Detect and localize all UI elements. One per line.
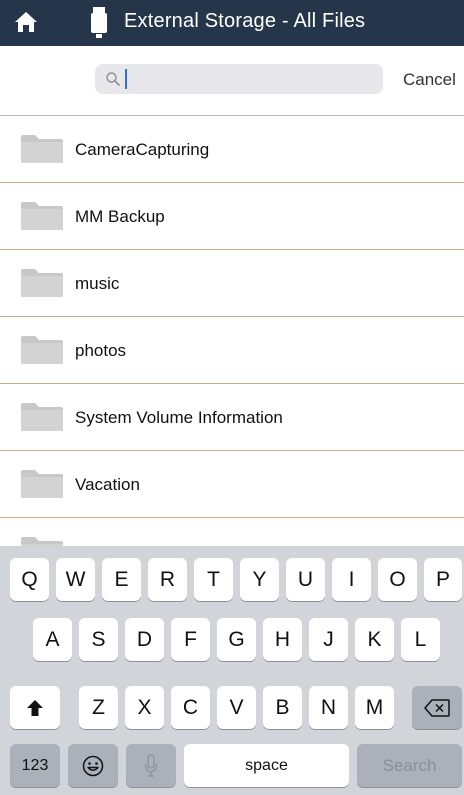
list-item-label: MM Backup	[75, 207, 165, 226]
key-y[interactable]: Y	[240, 558, 279, 601]
shift-key[interactable]	[10, 686, 60, 729]
search-key[interactable]: Search	[357, 744, 462, 787]
folder-icon	[21, 202, 63, 230]
key-label: K	[367, 627, 382, 651]
key-label: V	[229, 695, 244, 719]
text-cursor	[125, 69, 127, 89]
key-d[interactable]: D	[125, 618, 164, 661]
key-v[interactable]: V	[217, 686, 256, 729]
folder-icon	[21, 537, 63, 546]
list-item[interactable]: music	[0, 250, 464, 317]
key-e[interactable]: E	[102, 558, 141, 601]
folder-icon	[21, 470, 63, 498]
list-item-label: photos	[75, 341, 127, 360]
numbers-key[interactable]: 123	[10, 744, 60, 787]
key-b[interactable]: B	[263, 686, 302, 729]
list-item-partial[interactable]	[0, 518, 464, 546]
cancel-button[interactable]: Cancel	[403, 70, 456, 90]
key-n[interactable]: N	[309, 686, 348, 729]
key-p[interactable]: P	[424, 558, 462, 601]
key-label: W	[65, 567, 86, 591]
list-item[interactable]: CameraCapturing	[0, 116, 464, 183]
list-item[interactable]: Vacation	[0, 451, 464, 518]
key-f[interactable]: F	[171, 618, 210, 661]
file-list: CameraCapturing MM Backup music photos S…	[0, 116, 464, 546]
key-label: T	[207, 567, 220, 591]
microphone-icon	[144, 753, 158, 777]
key-t[interactable]: T	[194, 558, 233, 601]
key-l[interactable]: L	[401, 618, 440, 661]
key-label: A	[45, 627, 60, 651]
key-label: S	[91, 627, 106, 651]
list-item-label: Vacation	[75, 475, 140, 494]
key-label: M	[365, 695, 384, 719]
key-label: I	[348, 567, 355, 591]
list-item-label: System Volume Information	[75, 408, 283, 427]
key-x[interactable]: X	[125, 686, 164, 729]
key-label: H	[274, 627, 291, 651]
key-label: N	[320, 695, 337, 719]
space-key[interactable]: space	[184, 744, 349, 787]
key-g[interactable]: G	[217, 618, 256, 661]
key-label: Q	[21, 567, 38, 591]
search-input[interactable]	[123, 68, 373, 90]
dictation-key[interactable]	[126, 744, 176, 787]
key-label: X	[137, 695, 152, 719]
key-q[interactable]: Q	[10, 558, 49, 601]
list-item[interactable]: MM Backup	[0, 183, 464, 250]
usb-drive-icon	[91, 7, 107, 38]
list-item-label: CameraCapturing	[75, 140, 210, 159]
key-h[interactable]: H	[263, 618, 302, 661]
home-icon[interactable]	[12, 9, 40, 35]
key-label: Search	[382, 755, 437, 775]
key-label: J	[323, 627, 334, 651]
key-label: E	[114, 567, 129, 591]
search-icon	[106, 72, 120, 86]
folder-icon	[21, 135, 63, 163]
key-c[interactable]: C	[171, 686, 210, 729]
list-item[interactable]: photos	[0, 317, 464, 384]
folder-icon	[21, 403, 63, 431]
key-s[interactable]: S	[79, 618, 118, 661]
key-a[interactable]: A	[33, 618, 72, 661]
page-title: External Storage - All Files	[124, 10, 366, 32]
key-label: O	[389, 567, 406, 591]
key-label: P	[435, 567, 450, 591]
folder-icon	[21, 269, 63, 297]
app-header: External Storage - All Files	[0, 0, 464, 46]
key-w[interactable]: W	[56, 558, 95, 601]
key-i[interactable]: I	[332, 558, 371, 601]
shift-icon	[27, 699, 43, 716]
key-label: space	[245, 756, 288, 774]
key-label: B	[275, 695, 290, 719]
key-label: R	[159, 567, 176, 591]
key-label: Y	[252, 567, 267, 591]
folder-icon	[21, 336, 63, 364]
key-k[interactable]: K	[355, 618, 394, 661]
emoji-key[interactable]	[68, 744, 118, 787]
key-o[interactable]: O	[378, 558, 417, 601]
key-label: C	[182, 695, 199, 719]
emoji-icon	[82, 755, 104, 776]
key-j[interactable]: J	[309, 618, 348, 661]
key-r[interactable]: R	[148, 558, 187, 601]
search-field[interactable]	[95, 64, 383, 94]
key-z[interactable]: Z	[79, 686, 118, 729]
key-label: G	[228, 627, 245, 651]
search-bar: Cancel	[0, 46, 464, 116]
backspace-key[interactable]	[412, 686, 462, 729]
on-screen-keyboard: Q W E R T Y U I O P A S D F G H J K L Z …	[0, 546, 464, 795]
key-label: U	[297, 567, 314, 591]
backspace-icon	[424, 698, 450, 717]
list-item[interactable]: System Volume Information	[0, 384, 464, 451]
key-m[interactable]: M	[355, 686, 394, 729]
key-label: D	[136, 627, 153, 651]
key-label: Z	[92, 695, 105, 719]
key-label: 123	[21, 756, 49, 774]
key-label: L	[414, 627, 427, 651]
list-item-label: music	[75, 274, 120, 293]
key-u[interactable]: U	[286, 558, 325, 601]
key-label: F	[184, 627, 197, 651]
